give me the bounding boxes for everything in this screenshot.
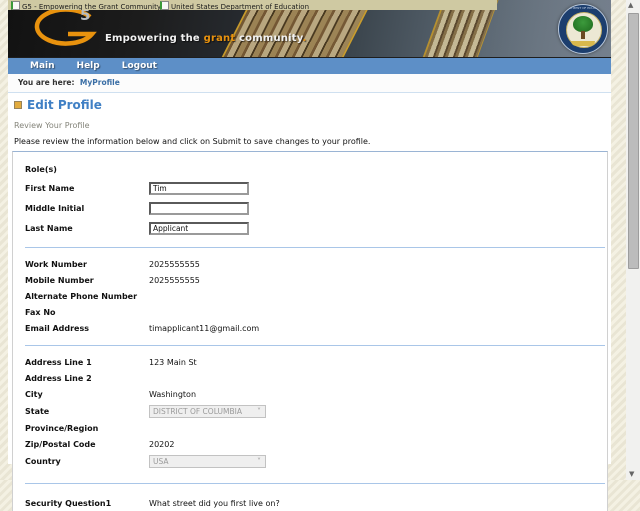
work-number-label: Work Number [25,259,87,269]
form-row-security-q1: Security Question1 What street did you f… [25,495,607,511]
nav-item-main[interactable]: Main [30,61,55,71]
first-name-input[interactable] [149,181,249,195]
chevron-down-icon: ˅ [257,456,261,466]
form-row-alternate-phone: Alternate Phone Number [25,288,607,304]
form-row-first-name: First Name [25,178,607,198]
mobile-number-value: 2025555555 [149,275,200,285]
city-label: City [25,389,43,399]
scroll-down-icon[interactable]: ▼ [629,470,634,478]
seal-tree-trunk [581,31,585,39]
window-title-bar: G5 - Empowering the Grant Community Unit… [8,0,497,10]
seal-banner [571,41,595,46]
window-title-g5: G5 - Empowering the Grant Community [11,1,161,10]
page-title: Edit Profile [27,98,102,112]
section-divider [25,483,605,484]
fax-label: Fax No [25,307,56,317]
seal-text: DEPARTMENT OF EDUCATION [561,6,605,10]
email-label: Email Address [25,323,90,333]
window-title-doe-text: United States Department of Education [171,3,310,10]
country-label: Country [25,456,61,466]
form-row-last-name: Last Name [25,218,607,238]
nav-item-logout[interactable]: Logout [122,61,157,71]
nav-item-help[interactable]: Help [77,61,100,71]
address2-label: Address Line 2 [25,373,92,383]
page-instructions: Please review the information below and … [14,137,371,146]
page-subtitle: Review Your Profile [14,121,90,130]
section-divider [25,247,605,248]
tagline-part2: community [235,33,303,44]
browser-page: 5 Empowering the grant community. DEPART… [8,0,611,511]
seal-tree-icon [573,16,593,32]
tagline-period: . [302,33,307,44]
security-q1-label: Security Question1 [25,498,112,508]
scrollbar[interactable]: ▲ ▼ [626,0,640,480]
tagline-highlight: grant [203,33,236,44]
form-row-country: Country USA ˅ [25,452,607,470]
breadcrumb-link-myprofile[interactable]: MyProfile [80,78,120,87]
window-title-g5-text: G5 - Empowering the Grant Community [22,3,162,10]
province-label: Province/Region [25,423,99,433]
main-nav: Main Help Logout [8,57,611,74]
address1-value: 123 Main St [149,357,197,367]
form-row-city: City Washington [25,386,607,402]
last-name-input[interactable] [149,221,249,235]
state-label: State [25,406,50,416]
city-value: Washington [149,389,197,399]
last-name-label: Last Name [25,223,73,233]
tagline: Empowering the grant community. [105,33,307,44]
form-row-email: Email Address timapplicant11@gmail.com [25,320,607,336]
security-q1-value: What street did you first live on? [149,498,280,508]
mobile-number-label: Mobile Number [25,275,94,285]
country-select[interactable]: USA ˅ [149,454,266,468]
form-row-middle-initial: Middle Initial [25,198,607,218]
roles-label: Role(s) [25,164,57,174]
zip-label: Zip/Postal Code [25,439,96,449]
site-header: 5 Empowering the grant community. DEPART… [8,0,611,57]
first-name-label: First Name [25,183,75,193]
alternate-phone-label: Alternate Phone Number [25,291,138,301]
tagline-part1: Empowering the [105,33,204,44]
middle-initial-label: Middle Initial [25,203,85,213]
breadcrumb: You are here: MyProfile [8,74,611,93]
form-row-zip: Zip/Postal Code 20202 [25,436,607,452]
bullet-square-icon [14,101,22,109]
profile-form: Role(s) First Name Middle Initial Last N… [12,151,608,511]
middle-initial-input[interactable] [149,201,249,215]
work-number-value: 2025555555 [149,259,200,269]
chevron-down-icon: ˅ [257,406,261,416]
form-row-fax: Fax No [25,304,607,320]
content-area: You are here: MyProfile Edit Profile Rev… [8,74,611,511]
breadcrumb-prefix: You are here: [18,78,75,87]
email-value: timapplicant11@gmail.com [149,323,260,333]
country-select-value: USA [153,456,169,466]
scrollbar-thumb[interactable] [628,13,639,269]
scroll-up-icon[interactable]: ▲ [628,1,633,9]
address1-label: Address Line 1 [25,357,92,367]
page-icon [160,1,169,10]
state-select[interactable]: DISTRICT OF COLUMBIA ˅ [149,404,266,418]
department-of-education-seal: DEPARTMENT OF EDUCATION [558,4,608,54]
page-icon [11,1,20,10]
form-row-mobile-number: Mobile Number 2025555555 [25,272,607,288]
page-title-row: Edit Profile [14,98,611,112]
zip-value: 20202 [149,439,175,449]
section-divider [25,345,605,346]
form-row-state: State DISTRICT OF COLUMBIA ˅ [25,402,607,420]
g5-logo [26,7,104,56]
state-select-value: DISTRICT OF COLUMBIA [153,406,242,416]
form-row-address1: Address Line 1 123 Main St [25,354,607,370]
form-row-work-number: Work Number 2025555555 [25,256,607,272]
form-row-province: Province/Region [25,420,607,436]
form-row-address2: Address Line 2 [25,370,607,386]
window-title-doe: United States Department of Education [160,1,309,10]
form-row-roles: Role(s) [25,160,607,178]
